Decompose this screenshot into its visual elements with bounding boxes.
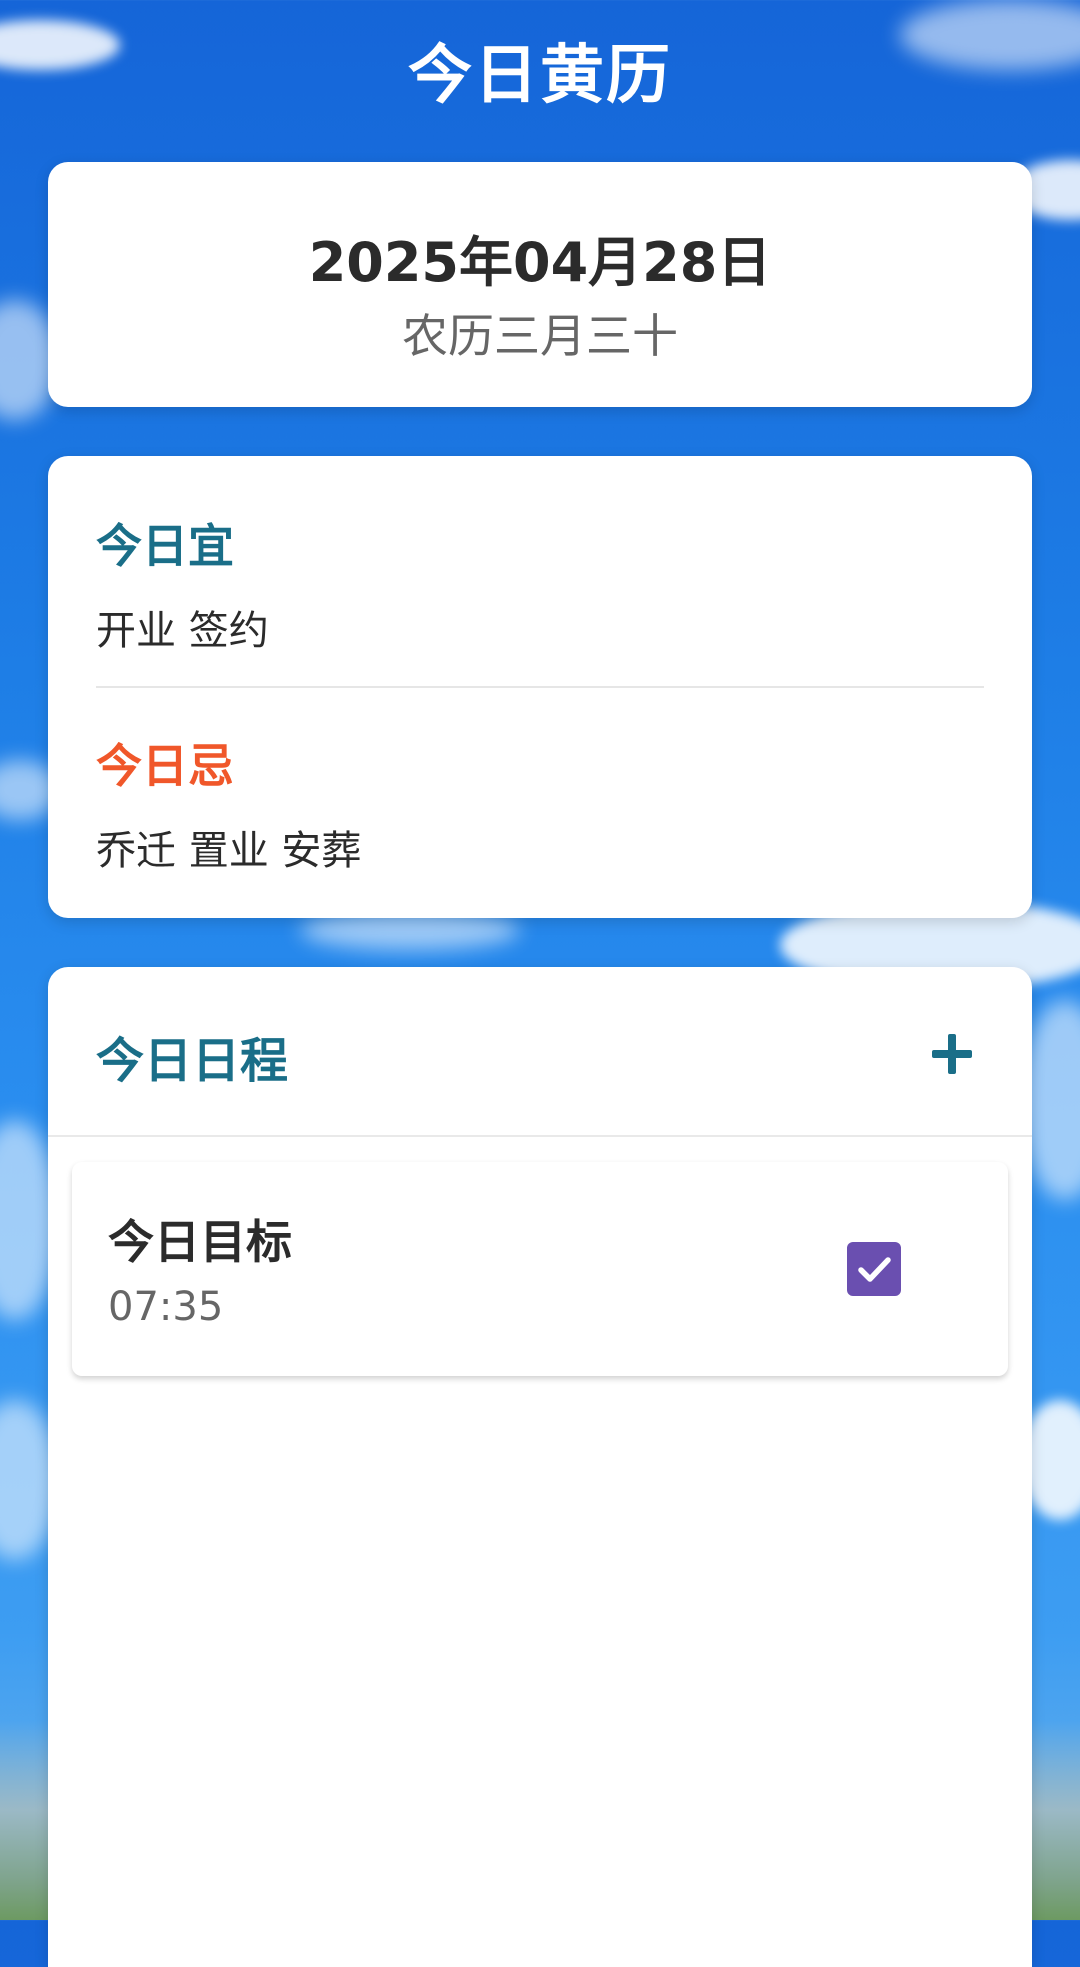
task-checkbox[interactable] bbox=[847, 1242, 901, 1296]
divider bbox=[96, 686, 984, 688]
task-time: 07:35 bbox=[108, 1284, 224, 1330]
bad-items: 乔迁 置业 安葬 bbox=[96, 828, 362, 874]
schedule-title: 今日日程 bbox=[96, 1033, 289, 1089]
page-title: 今日黄历 bbox=[408, 39, 672, 113]
list-item[interactable]: 今日目标 07:35 bbox=[72, 1162, 1008, 1376]
bad-heading: 今日忌 bbox=[96, 739, 234, 793]
solar-date: 2025年04月28日 bbox=[308, 231, 772, 294]
task-title: 今日目标 bbox=[108, 1215, 292, 1269]
lunar-date: 农历三月三十 bbox=[402, 309, 678, 363]
add-schedule-button[interactable] bbox=[922, 1023, 982, 1083]
good-items: 开业 签约 bbox=[96, 608, 269, 654]
almanac-card: 今日宜 开业 签约 今日忌 乔迁 置业 安葬 bbox=[48, 456, 1032, 918]
schedule-header: 今日日程 bbox=[48, 967, 1032, 1137]
schedule-card: 今日日程 今日目标 07:35 bbox=[48, 967, 1032, 1967]
good-heading: 今日宜 bbox=[96, 519, 234, 573]
date-card: 2025年04月28日 农历三月三十 bbox=[48, 162, 1032, 407]
checkmark-icon bbox=[858, 1257, 891, 1282]
